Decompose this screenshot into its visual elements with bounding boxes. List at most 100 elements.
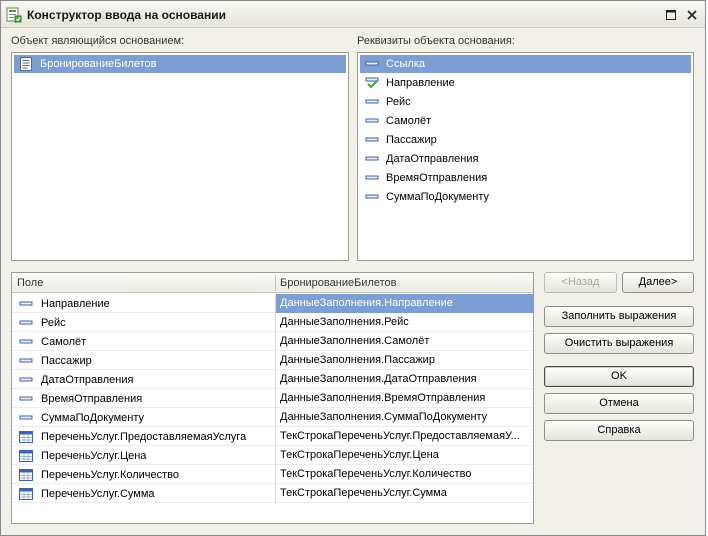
attribute-icon: [18, 391, 34, 407]
expression-cell[interactable]: ТекСтрокаПереченьУслуг.ПредоставляемаяУ.…: [275, 427, 533, 446]
table-row[interactable]: ПереченьУслуг.Сумма ТекСтрокаПереченьУслу…: [12, 484, 533, 503]
base-attributes-label: Реквизиты объекта основания:: [357, 35, 515, 47]
clear-expressions-button[interactable]: Очистить выражения: [544, 333, 694, 354]
table-row[interactable]: ПереченьУслуг.Количество ТекСтрокаПеречен…: [12, 465, 533, 484]
field-cell[interactable]: Рейс: [12, 313, 275, 332]
close-window-button[interactable]: [683, 6, 701, 23]
attribute-icon: [18, 353, 34, 369]
table-attribute-icon: [18, 486, 34, 502]
list-item-label: Рейс: [386, 96, 411, 108]
attribute-icon: [18, 372, 34, 388]
table-attribute-icon: [18, 448, 34, 464]
field-name: Рейс: [41, 316, 66, 329]
list-item[interactable]: БронированиеБилетов: [14, 55, 346, 73]
back-button[interactable]: <Назад: [544, 272, 617, 293]
window-title: Конструктор ввода на основании: [27, 8, 226, 22]
table-row[interactable]: Самолёт ДанныеЗаполнения.Самолёт: [12, 332, 533, 351]
attribute-icon: [364, 132, 380, 148]
expression-cell[interactable]: ДанныеЗаполнения.Пассажир: [275, 351, 533, 370]
field-name: Пассажир: [41, 354, 92, 367]
list-item-label: ДатаОтправления: [386, 153, 479, 165]
field-name: ВремяОтправления: [41, 392, 143, 405]
table-row[interactable]: СуммаПоДокументу ДанныеЗаполнения.СуммаПо…: [12, 408, 533, 427]
field-name: ПереченьУслуг.ПредоставляемаяУслуга: [41, 430, 247, 443]
list-item-label: СуммаПоДокументу: [386, 191, 490, 203]
field-cell[interactable]: ПереченьУслуг.ПредоставляемаяУслуга: [12, 427, 275, 446]
table-attribute-icon: [18, 429, 34, 445]
attribute-icon: [18, 315, 34, 331]
table-row[interactable]: Направление ДанныеЗаполнения.Направление: [12, 294, 533, 313]
table-row[interactable]: ДатаОтправления ДанныеЗаполнения.ДатаОтпр…: [12, 370, 533, 389]
expression-cell[interactable]: ТекСтрокаПереченьУслуг.Количество: [275, 465, 533, 484]
field-cell[interactable]: Направление: [12, 294, 275, 313]
field-cell[interactable]: ПереченьУслуг.Сумма: [12, 484, 275, 503]
close-icon: [687, 9, 697, 20]
table-row[interactable]: ПереченьУслуг.ПредоставляемаяУслуга ТекСт…: [12, 427, 533, 446]
list-item-label: Направление: [386, 77, 455, 89]
ok-button[interactable]: OK: [544, 366, 694, 387]
table-row[interactable]: ВремяОтправления ДанныеЗаполнения.ВремяОт…: [12, 389, 533, 408]
list-item[interactable]: Направление: [360, 74, 455, 92]
field-cell[interactable]: Самолёт: [12, 332, 275, 351]
list-item[interactable]: Ссылка: [360, 55, 691, 73]
list-item[interactable]: СуммаПоДокументу: [360, 188, 489, 206]
base-attributes-list[interactable]: Ссылка Направление Рейс Самолёт Пассажир…: [357, 52, 694, 261]
expression-cell[interactable]: ДанныеЗаполнения.ДатаОтправления: [275, 370, 533, 389]
list-item-label: ВремяОтправления: [386, 172, 488, 184]
checked-attribute-icon: [364, 75, 380, 91]
restore-window-button[interactable]: [662, 6, 680, 23]
field-name: ПереченьУслуг.Количество: [41, 468, 180, 481]
fill-expressions-button[interactable]: Заполнить выражения: [544, 306, 694, 327]
field-mapping-table[interactable]: Поле БронированиеБилетов Направление Данн…: [11, 272, 534, 524]
attribute-icon: [364, 189, 380, 205]
field-name: ПереченьУслуг.Цена: [41, 449, 147, 462]
expression-cell[interactable]: ДанныеЗаполнения.ВремяОтправления: [275, 389, 533, 408]
list-item[interactable]: ДатаОтправления: [360, 150, 478, 168]
field-cell[interactable]: Пассажир: [12, 351, 275, 370]
field-name: СуммаПоДокументу: [41, 411, 145, 424]
list-item[interactable]: Пассажир: [360, 131, 437, 149]
column-header-field[interactable]: Поле: [12, 273, 275, 293]
list-item-label: БронированиеБилетов: [40, 58, 157, 70]
expression-cell[interactable]: ТекСтрокаПереченьУслуг.Сумма: [275, 484, 533, 503]
field-cell[interactable]: ВремяОтправления: [12, 389, 275, 408]
list-item-label: Пассажир: [386, 134, 437, 146]
attribute-icon: [364, 170, 380, 186]
table-row[interactable]: ПереченьУслуг.Цена ТекСтрокаПереченьУслуг…: [12, 446, 533, 465]
restore-icon: [666, 9, 676, 20]
table-row[interactable]: Рейс ДанныеЗаполнения.Рейс: [12, 313, 533, 332]
designer-window: Конструктор ввода на основании Объект яв…: [0, 0, 706, 536]
list-item-label: Самолёт: [386, 115, 432, 127]
expression-cell[interactable]: ТекСтрокаПереченьУслуг.Цена: [275, 446, 533, 465]
list-item[interactable]: Рейс: [360, 93, 411, 111]
base-object-label: Объект являющийся основанием:: [11, 35, 185, 47]
field-cell[interactable]: ПереченьУслуг.Количество: [12, 465, 275, 484]
field-name: Самолёт: [41, 335, 87, 348]
attribute-icon: [18, 334, 34, 350]
expression-cell[interactable]: ДанныеЗаполнения.СуммаПоДокументу: [275, 408, 533, 427]
cancel-button[interactable]: Отмена: [544, 393, 694, 414]
list-item-label: Ссылка: [386, 58, 425, 70]
expression-cell[interactable]: ДанныеЗаполнения.Рейс: [275, 313, 533, 332]
title-bar: Конструктор ввода на основании: [1, 1, 705, 28]
attribute-icon: [364, 56, 380, 72]
list-item[interactable]: ВремяОтправления: [360, 169, 487, 187]
table-attribute-icon: [18, 467, 34, 483]
field-cell[interactable]: ПереченьУслуг.Цена: [12, 446, 275, 465]
expression-cell[interactable]: ДанныеЗаполнения.Направление: [275, 294, 533, 313]
field-name: ПереченьУслуг.Сумма: [41, 487, 155, 500]
table-row[interactable]: Пассажир ДанныеЗаполнения.Пассажир: [12, 351, 533, 370]
base-object-list[interactable]: БронированиеБилетов: [11, 52, 349, 261]
document-icon: [18, 56, 34, 72]
help-button[interactable]: Справка: [544, 420, 694, 441]
field-name: ДатаОтправления: [41, 373, 134, 386]
list-item[interactable]: Самолёт: [360, 112, 431, 130]
table-header: Поле БронированиеБилетов: [12, 273, 533, 293]
field-cell[interactable]: СуммаПоДокументу: [12, 408, 275, 427]
designer-app-icon: [6, 7, 22, 23]
expression-cell[interactable]: ДанныеЗаполнения.Самолёт: [275, 332, 533, 351]
column-header-expression[interactable]: БронированиеБилетов: [275, 273, 533, 293]
attribute-icon: [18, 296, 34, 312]
next-button[interactable]: Далее>: [622, 272, 694, 293]
field-cell[interactable]: ДатаОтправления: [12, 370, 275, 389]
